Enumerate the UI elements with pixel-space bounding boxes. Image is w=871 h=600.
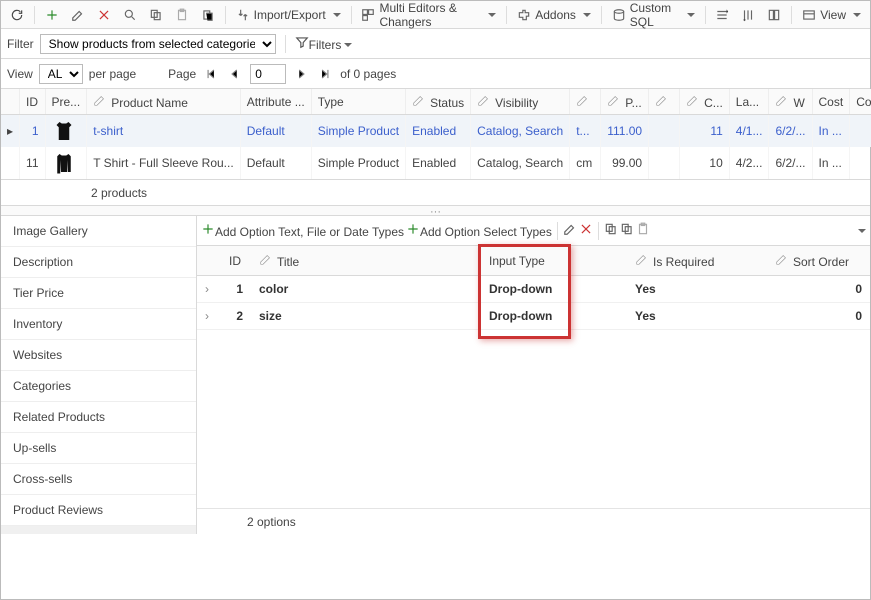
- col-visibility[interactable]: Visibility: [471, 89, 570, 115]
- col-attr[interactable]: Attribute ...: [240, 89, 311, 115]
- col-opt-title[interactable]: Title: [251, 246, 481, 276]
- filter-combo[interactable]: Show products from selected categories: [40, 34, 276, 54]
- tool-a-button[interactable]: [710, 4, 734, 26]
- table-row[interactable]: › 2 size Drop-down Yes 0: [197, 303, 870, 330]
- col-opt-input[interactable]: Input Type: [481, 246, 627, 276]
- options-grid: ID Title Input Type Is Required Sort Ord…: [197, 246, 870, 508]
- sidebar-item[interactable]: Tier Price: [1, 278, 196, 309]
- table-row[interactable]: 11 T Shirt - Full Sleeve Rou... Default …: [1, 147, 871, 179]
- view-bar: View ALL per page Page of 0 pages: [1, 59, 870, 89]
- of-pages-label: of 0 pages: [340, 67, 396, 81]
- per-page-label: per page: [89, 67, 136, 81]
- addons-menu[interactable]: Addons: [512, 4, 596, 26]
- detail-more-button[interactable]: [855, 224, 866, 238]
- clone-button[interactable]: [196, 4, 220, 26]
- tool-c-button[interactable]: [762, 4, 786, 26]
- page-input[interactable]: [250, 64, 286, 84]
- products-grid: ID Pre... Product Name Attribute ... Typ…: [1, 89, 870, 180]
- add-option-text-button[interactable]: Add Option Text, File or Date Types: [201, 222, 404, 239]
- label: Import/Export: [254, 8, 326, 22]
- copy-button[interactable]: [144, 4, 168, 26]
- detail-clone-button[interactable]: [620, 222, 634, 239]
- col-name[interactable]: Product Name: [87, 89, 241, 115]
- filters-button[interactable]: Filters: [295, 35, 353, 52]
- add-button[interactable]: [40, 4, 64, 26]
- col-opt-required[interactable]: Is Required: [627, 246, 767, 276]
- col-status[interactable]: Status: [406, 89, 471, 115]
- sidebar-item[interactable]: Related Products: [1, 402, 196, 433]
- detail-toolbar: Add Option Text, File or Date Types Add …: [197, 216, 870, 246]
- sidebar-item[interactable]: Custom Options: [1, 526, 196, 534]
- side-tabs: Image GalleryDescriptionTier PriceInvent…: [1, 216, 197, 534]
- add-option-select-button[interactable]: Add Option Select Types: [406, 222, 552, 239]
- table-row[interactable]: ▸ 1 t-shirt Default Simple Product Enabl…: [1, 115, 871, 148]
- filter-bar: Filter Show products from selected categ…: [1, 29, 870, 59]
- col-c[interactable]: C...: [680, 89, 730, 115]
- detail-copy-button[interactable]: [604, 222, 618, 239]
- sidebar-item[interactable]: Websites: [1, 340, 196, 371]
- multi-editors-menu[interactable]: Multi Editors & Changers: [356, 4, 501, 26]
- detail-footer: 2 options: [197, 508, 870, 534]
- sidebar-item[interactable]: Inventory: [1, 309, 196, 340]
- grid-footer: 2 products: [1, 180, 870, 206]
- col-cost[interactable]: Cost: [812, 89, 850, 115]
- sidebar-item[interactable]: Description: [1, 247, 196, 278]
- sidebar-item[interactable]: Up-sells: [1, 433, 196, 464]
- col-p[interactable]: P...: [601, 89, 649, 115]
- edit-button[interactable]: [66, 4, 90, 26]
- sidebar-item[interactable]: Image Gallery: [1, 216, 196, 247]
- pager-last-button[interactable]: [316, 65, 334, 83]
- view-menu[interactable]: View: [797, 4, 866, 26]
- search-button[interactable]: [118, 4, 142, 26]
- table-row[interactable]: › 1 color Drop-down Yes 0: [197, 276, 870, 303]
- col-opt-sort[interactable]: Sort Order: [767, 246, 870, 276]
- label: Addons: [535, 8, 576, 22]
- sidebar-item[interactable]: Categories: [1, 371, 196, 402]
- detail-delete-button[interactable]: [579, 222, 593, 239]
- label: Custom SQL: [630, 1, 680, 29]
- sidebar-item[interactable]: Cross-sells: [1, 464, 196, 495]
- detail-paste-button[interactable]: [636, 222, 650, 239]
- col-preview[interactable]: Pre...: [45, 89, 87, 115]
- custom-sql-menu[interactable]: Custom SQL: [607, 4, 700, 26]
- label: Multi Editors & Changers: [379, 1, 481, 29]
- col-id[interactable]: ID: [20, 89, 45, 115]
- delete-button[interactable]: [92, 4, 116, 26]
- col-la[interactable]: La...: [729, 89, 769, 115]
- splitter[interactable]: ···: [1, 206, 870, 216]
- pagesize-select[interactable]: ALL: [39, 64, 83, 84]
- paste-button[interactable]: [170, 4, 194, 26]
- col-type[interactable]: Type: [311, 89, 405, 115]
- col-cos[interactable]: Cos...: [850, 89, 871, 115]
- main-toolbar: Import/Export Multi Editors & Changers A…: [1, 1, 870, 29]
- detail-pane: Image GalleryDescriptionTier PriceInvent…: [1, 216, 870, 534]
- col-w[interactable]: W: [769, 89, 812, 115]
- pager-first-button[interactable]: [202, 65, 220, 83]
- col-opt-id[interactable]: ID: [221, 246, 251, 276]
- page-label: Page: [168, 67, 196, 81]
- refresh-button[interactable]: [5, 4, 29, 26]
- pager-next-button[interactable]: [292, 65, 310, 83]
- filter-label: Filter: [7, 37, 34, 51]
- sidebar-item[interactable]: Product Reviews: [1, 495, 196, 526]
- detail-edit-button[interactable]: [563, 222, 577, 239]
- view-label: View: [7, 67, 33, 81]
- import-export-menu[interactable]: Import/Export: [231, 4, 346, 26]
- pager-prev-button[interactable]: [226, 65, 244, 83]
- label: View: [820, 8, 846, 22]
- tool-b-button[interactable]: [736, 4, 760, 26]
